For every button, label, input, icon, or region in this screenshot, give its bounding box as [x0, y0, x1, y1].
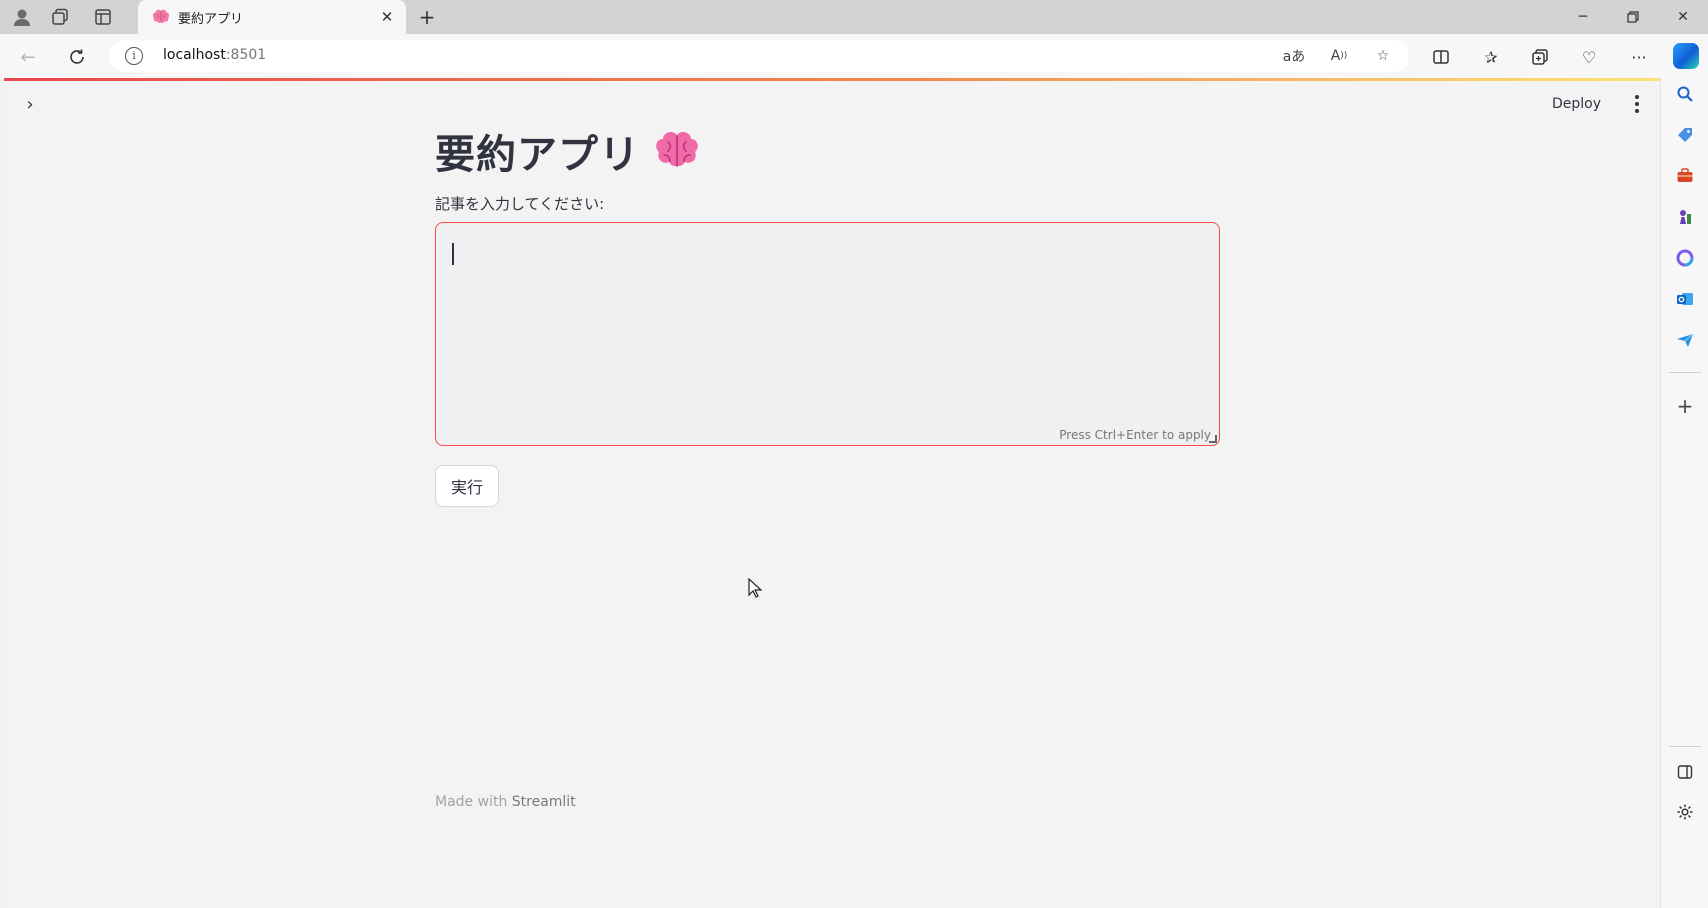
gear-icon[interactable] — [1673, 800, 1697, 824]
shopping-tag-icon[interactable] — [1673, 123, 1697, 147]
brain-icon — [656, 132, 698, 167]
microsoft-365-icon[interactable] — [1673, 246, 1697, 270]
games-chess-icon[interactable] — [1673, 205, 1697, 229]
workspaces-icon[interactable] — [48, 5, 72, 29]
page-title: 要約アプリ — [435, 132, 640, 178]
address-host: localhost — [163, 47, 226, 63]
textarea-hint: Press Ctrl+Enter to apply — [1059, 428, 1211, 442]
copilot-icon[interactable] — [1673, 43, 1699, 69]
outlook-icon[interactable] — [1673, 287, 1697, 311]
footer-prefix: Made with — [435, 794, 512, 810]
browser-essentials-icon[interactable]: ♡ — [1576, 44, 1602, 70]
site-info-icon[interactable]: i — [125, 47, 143, 65]
run-button[interactable]: 実行 — [435, 465, 499, 507]
article-textarea[interactable]: Press Ctrl+Enter to apply — [435, 222, 1220, 446]
profile-icon[interactable] — [10, 5, 34, 29]
address-bar[interactable]: i localhost:8501 aあ A)) ☆ — [109, 40, 1409, 72]
send-drop-icon[interactable] — [1673, 328, 1697, 352]
chevron-right-icon[interactable]: › — [18, 92, 42, 116]
favorite-star-icon[interactable]: ☆ — [1370, 44, 1396, 68]
restore-icon[interactable] — [1608, 0, 1658, 34]
address-url[interactable]: localhost:8501 — [163, 47, 266, 63]
top-decoration-bar — [4, 78, 1660, 81]
sidebar-divider — [1669, 372, 1701, 373]
search-icon[interactable] — [1673, 82, 1697, 106]
translate-icon[interactable]: aあ — [1281, 44, 1307, 68]
deploy-button[interactable]: Deploy — [1552, 92, 1601, 116]
read-aloud-icon[interactable]: A)) — [1326, 44, 1352, 68]
collections-icon[interactable] — [1527, 44, 1553, 70]
sidebar-divider — [1669, 746, 1701, 747]
browser-tab-active[interactable]: 要約アプリ ✕ — [138, 0, 406, 34]
browser-toolbar: ← i localhost:8501 aあ A)) ☆ ✰ ♡ ··· — [0, 34, 1708, 78]
mouse-cursor-icon — [748, 578, 762, 598]
split-screen-icon[interactable] — [1428, 44, 1454, 70]
footer: Made with Streamlit — [435, 794, 576, 810]
add-icon[interactable]: + — [1673, 394, 1697, 418]
textarea-label: 記事を入力してください: — [435, 195, 605, 213]
edge-sidebar: + — [1660, 78, 1708, 908]
tab-title: 要約アプリ — [178, 12, 244, 27]
streamlit-link[interactable]: Streamlit — [512, 794, 576, 810]
browser-tab-strip: 要約アプリ ✕ + ─ ✕ — [0, 0, 1708, 34]
address-port: :8501 — [225, 47, 267, 63]
favorites-icon[interactable]: ✰ — [1478, 44, 1504, 70]
text-caret — [452, 243, 454, 265]
settings-more-icon[interactable]: ··· — [1626, 44, 1652, 70]
minimize-icon[interactable]: ─ — [1558, 0, 1608, 34]
main-menu-icon[interactable] — [1628, 92, 1646, 116]
refresh-icon[interactable] — [63, 43, 91, 71]
app-page: › Deploy — [4, 78, 1660, 908]
title-row: 要約アプリ — [435, 122, 700, 180]
back-icon[interactable]: ← — [14, 43, 42, 71]
hide-sidebar-icon[interactable] — [1673, 760, 1697, 784]
vertical-tabs-icon[interactable] — [91, 5, 115, 29]
window-close-icon[interactable]: ✕ — [1658, 0, 1708, 34]
tools-briefcase-icon[interactable] — [1673, 164, 1697, 188]
brain-icon — [152, 9, 170, 23]
new-tab-button[interactable]: + — [414, 4, 440, 30]
resize-handle-icon[interactable] — [1209, 435, 1217, 443]
close-icon[interactable]: ✕ — [376, 6, 398, 28]
